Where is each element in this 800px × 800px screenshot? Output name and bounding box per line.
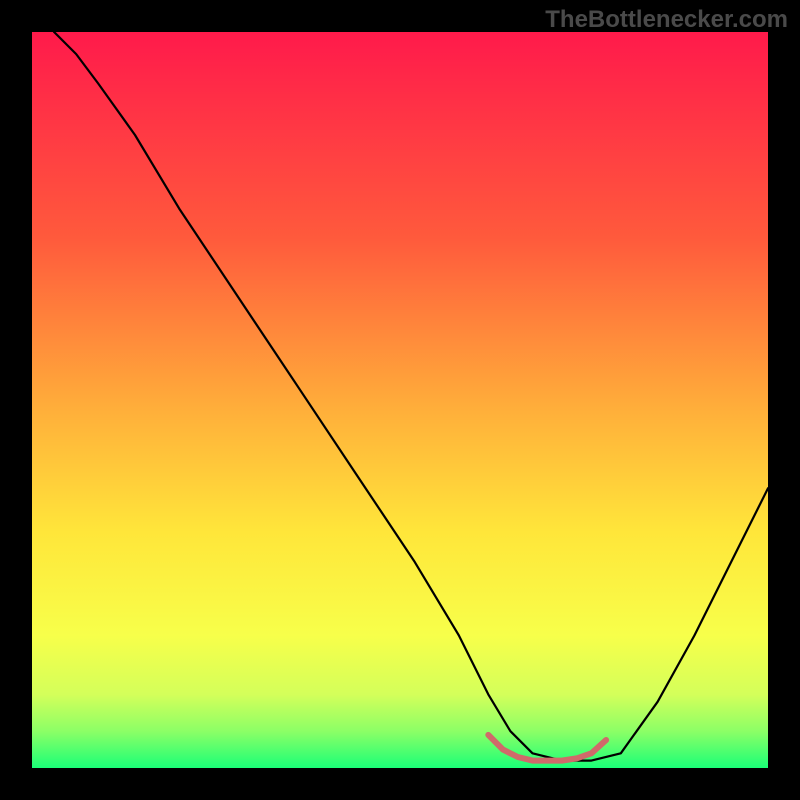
bottleneck-chart <box>32 32 768 768</box>
watermark-text: TheBottlenecker.com <box>545 6 788 34</box>
gradient-background <box>32 32 768 768</box>
chart-frame <box>32 32 768 768</box>
